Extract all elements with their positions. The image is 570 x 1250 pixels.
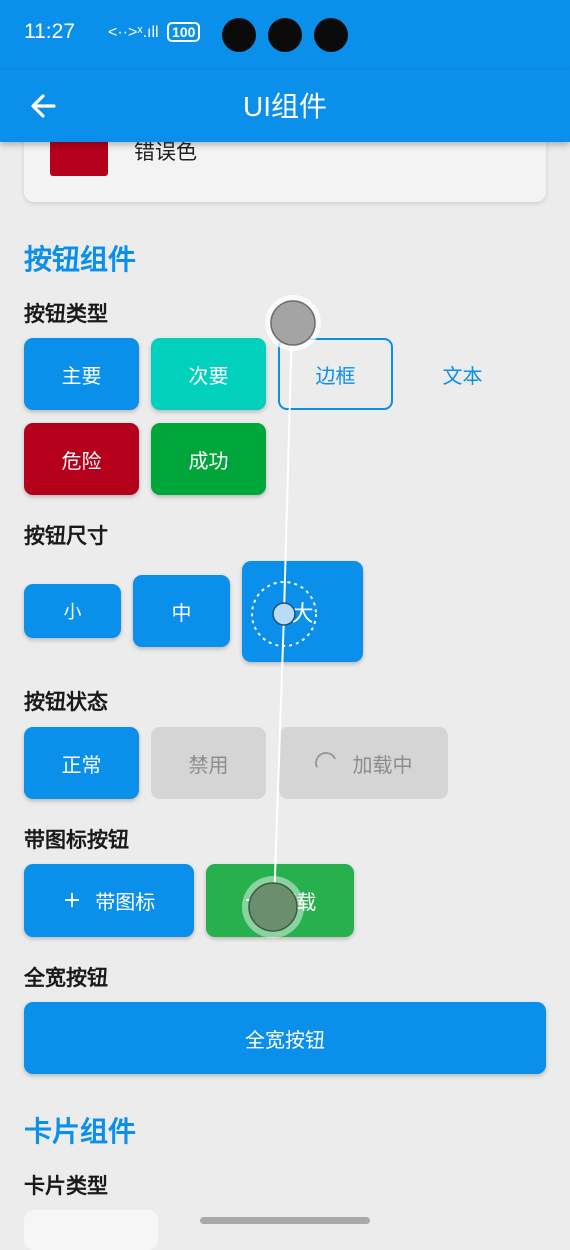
primary-button[interactable]: 主要 (24, 338, 139, 410)
section-title-cards: 卡片组件 (24, 1115, 137, 1148)
with-icon-label: 带图标 (95, 890, 156, 914)
subtitle-button-types: 按钮类型 (24, 302, 108, 326)
app-bar: UI组件 (0, 70, 570, 142)
subtitle-card-types: 卡片类型 (24, 1174, 108, 1198)
with-icon-button[interactable]: + 带图标 (24, 864, 194, 937)
subtitle-full-width: 全宽按钮 (24, 966, 108, 990)
download-label: 下载 (276, 890, 317, 914)
card-preview (24, 1210, 158, 1250)
home-indicator[interactable] (200, 1217, 370, 1224)
loading-label: 加载中 (352, 752, 413, 777)
danger-button[interactable]: 危险 (24, 423, 139, 495)
large-button[interactable]: 大 (242, 561, 363, 662)
section-title-buttons: 按钮组件 (24, 243, 137, 276)
secondary-button[interactable]: 次要 (151, 338, 266, 410)
subtitle-icon-buttons: 带图标按钮 (24, 828, 129, 852)
subtitle-button-states: 按钮状态 (24, 690, 108, 714)
spinner-icon (311, 748, 340, 778)
scroll-content[interactable]: 错误色 按钮组件 按钮类型 主要 次要 边框 文本 危险 成功 按钮尺寸 小 中… (0, 0, 570, 1250)
loading-button: 加载中 (279, 727, 448, 799)
page-title: UI组件 (242, 91, 327, 122)
normal-button[interactable]: 正常 (24, 727, 139, 799)
plus-icon: + (62, 888, 82, 913)
outline-button[interactable]: 边框 (278, 338, 393, 410)
small-button[interactable]: 小 (24, 584, 121, 638)
success-button[interactable]: 成功 (151, 423, 266, 495)
full-width-button[interactable]: 全宽按钮 (24, 1002, 546, 1074)
download-button[interactable]: + 下载 (206, 864, 354, 937)
text-button[interactable]: 文本 (405, 338, 520, 410)
download-icon: + (243, 888, 263, 913)
medium-button[interactable]: 中 (133, 575, 230, 647)
disabled-button: 禁用 (151, 727, 266, 799)
subtitle-button-sizes: 按钮尺寸 (24, 524, 108, 548)
